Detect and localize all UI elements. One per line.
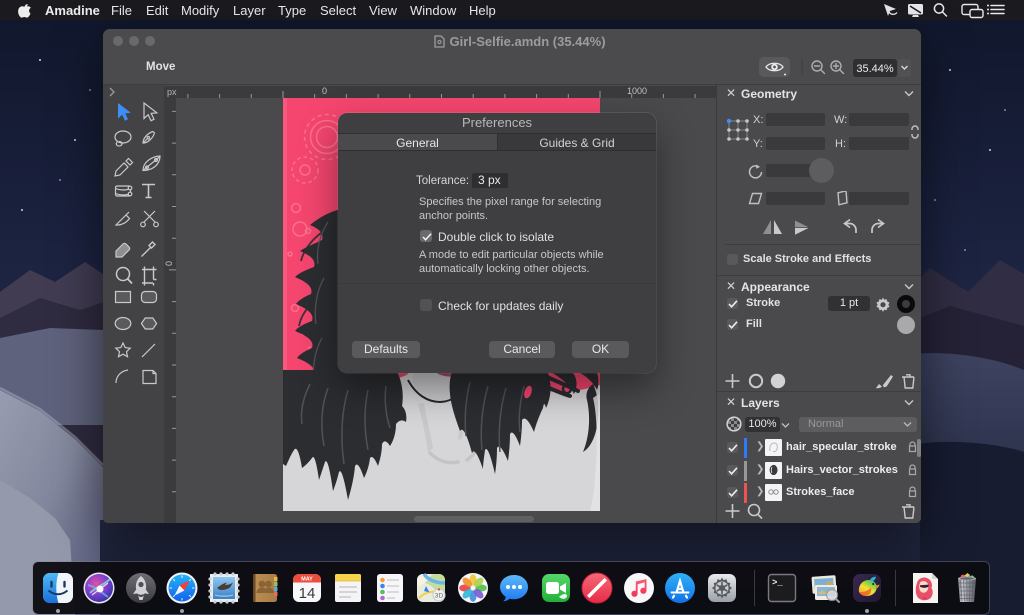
svg-text:MAY: MAY	[301, 577, 313, 583]
svg-text:0: 0	[322, 86, 327, 96]
svg-text:1000: 1000	[627, 86, 647, 96]
svg-text:0: 0	[164, 261, 174, 266]
svg-text:14: 14	[298, 585, 315, 602]
svg-text:35.44%: 35.44%	[856, 63, 894, 75]
svg-text:3D: 3D	[435, 593, 444, 600]
svg-text:>_: >_	[772, 578, 783, 588]
svg-text:px: px	[167, 87, 177, 97]
